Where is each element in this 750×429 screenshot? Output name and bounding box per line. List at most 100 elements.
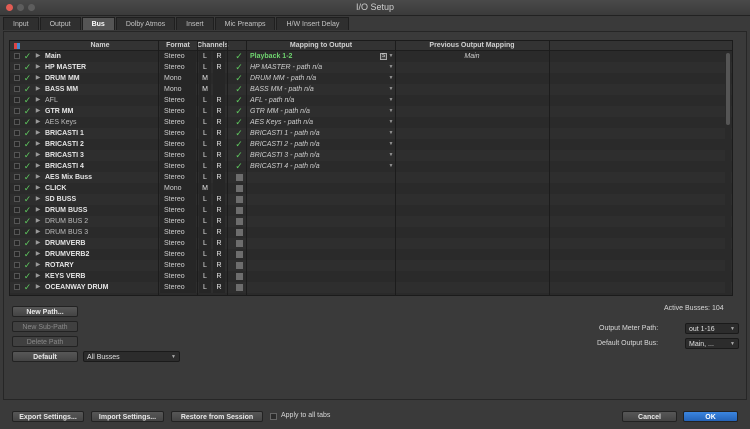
active-check-icon[interactable]: ✓ (23, 194, 32, 205)
import-settings-button[interactable]: Import Settings... (91, 411, 164, 422)
expand-triangle-icon[interactable]: ▶ (34, 282, 42, 293)
bus-name[interactable]: ROTARY (45, 260, 155, 271)
row-select-checkbox[interactable] (14, 86, 20, 92)
active-check-icon[interactable]: ✓ (23, 73, 32, 84)
tab-dolby-atmos[interactable]: Dolby Atmos (115, 17, 176, 30)
chevron-down-icon[interactable]: ▼ (388, 73, 394, 84)
bus-name[interactable]: DRUM BUS 2 (45, 216, 155, 227)
bus-name[interactable]: HP MASTER (45, 62, 155, 73)
delete-path-button[interactable]: Delete Path (12, 336, 78, 347)
row-select-checkbox[interactable] (14, 97, 20, 103)
active-check-icon[interactable]: ✓ (23, 216, 32, 227)
output-mapping[interactable]: AFL - path n/a (248, 95, 394, 106)
mapping-toggle-box[interactable] (236, 251, 243, 258)
restore-from-session-button[interactable]: Restore from Session (171, 411, 263, 422)
bus-name[interactable]: BRICASTI 2 (45, 139, 155, 150)
output-mapping[interactable]: BRICASTI 3 - path n/a (248, 150, 394, 161)
output-mapping[interactable]: BRICASTI 4 - path n/a (248, 161, 394, 172)
bus-row[interactable]: ✓ ▶ DRUMVERB Stereo L R (10, 238, 732, 249)
active-check-icon[interactable]: ✓ (23, 172, 32, 183)
bus-row[interactable]: ✓ ▶ DRUM BUS 3 Stereo L R (10, 227, 732, 238)
mapping-check-icon[interactable]: ✓ (233, 128, 245, 139)
chevron-down-icon[interactable]: ▼ (388, 128, 394, 139)
expand-triangle-icon[interactable]: ▶ (34, 84, 42, 95)
bus-row[interactable]: ✓ ▶ AFL Stereo L R ✓ AFL - path n/a ▼ (10, 95, 732, 106)
output-mapping[interactable]: HP MASTER - path n/a (248, 62, 394, 73)
expand-triangle-icon[interactable]: ▶ (34, 128, 42, 139)
row-select-checkbox[interactable] (14, 229, 20, 235)
mapping-check-icon[interactable]: ✓ (233, 51, 245, 62)
active-check-icon[interactable]: ✓ (23, 62, 32, 73)
expand-triangle-icon[interactable]: ▶ (34, 194, 42, 205)
bus-row[interactable]: ✓ ▶ CLICK Mono M (10, 183, 732, 194)
chevron-down-icon[interactable]: ▼ (388, 161, 394, 172)
bus-name[interactable]: DRUM BUS 3 (45, 227, 155, 238)
bus-name[interactable]: AES Keys (45, 117, 155, 128)
output-mapping[interactable]: BRICASTI 1 - path n/a (248, 128, 394, 139)
active-check-icon[interactable]: ✓ (23, 260, 32, 271)
expand-triangle-icon[interactable]: ▶ (34, 238, 42, 249)
bus-row[interactable]: ✓ ▶ BRICASTI 3 Stereo L R ✓ BRICASTI 3 - path n… (10, 150, 732, 161)
expand-triangle-icon[interactable]: ▶ (34, 161, 42, 172)
tab-output[interactable]: Output (39, 17, 81, 30)
bus-row[interactable]: ✓ ▶ GTR MM Stereo L R ✓ GTR MM - path n/a ▼ (10, 106, 732, 117)
row-select-checkbox[interactable] (14, 262, 20, 268)
bus-filter-select[interactable]: All Busses ▼ (83, 351, 180, 362)
color-picker-icon[interactable] (14, 43, 20, 49)
row-select-checkbox[interactable] (14, 174, 20, 180)
active-check-icon[interactable]: ✓ (23, 51, 32, 62)
output-mapping[interactable]: GTR MM - path n/a (248, 106, 394, 117)
bus-row[interactable]: ✓ ▶ BRICASTI 2 Stereo L R ✓ BRICASTI 2 - path n… (10, 139, 732, 150)
ok-button[interactable]: OK (683, 411, 738, 422)
bus-row[interactable]: ✓ ▶ KEYS VERB Stereo L R (10, 271, 732, 282)
column-header-name[interactable]: Name (45, 41, 155, 51)
mapping-check-icon[interactable]: ✓ (233, 150, 245, 161)
expand-triangle-icon[interactable]: ▶ (34, 139, 42, 150)
bus-row[interactable]: ✓ ▶ ROTARY Stereo L R (10, 260, 732, 271)
row-select-checkbox[interactable] (14, 119, 20, 125)
expand-triangle-icon[interactable]: ▶ (34, 227, 42, 238)
expand-triangle-icon[interactable]: ▶ (34, 150, 42, 161)
active-check-icon[interactable]: ✓ (23, 249, 32, 260)
mapping-check-icon[interactable]: ✓ (233, 73, 245, 84)
output-mapping[interactable]: Playback 1-2 (248, 51, 394, 62)
active-check-icon[interactable]: ✓ (23, 106, 32, 117)
expand-triangle-icon[interactable]: ▶ (34, 172, 42, 183)
chevron-down-icon[interactable]: ▼ (388, 117, 394, 128)
row-select-checkbox[interactable] (14, 108, 20, 114)
bus-name[interactable]: DRUMVERB2 (45, 249, 155, 260)
bus-name[interactable]: OCEANWAY DRUM (45, 282, 155, 293)
expand-triangle-icon[interactable]: ▶ (34, 117, 42, 128)
output-mapping[interactable]: DRUM MM - path n/a (248, 73, 394, 84)
mapping-toggle-box[interactable] (236, 273, 243, 280)
active-check-icon[interactable]: ✓ (23, 238, 32, 249)
bus-row[interactable]: ✓ ▶ DRUMVERB2 Stereo L R (10, 249, 732, 260)
row-select-checkbox[interactable] (14, 284, 20, 290)
mapping-toggle-box[interactable] (236, 196, 243, 203)
chevron-down-icon[interactable]: ▼ (388, 51, 394, 62)
default-output-bus-select[interactable]: Main, ... ▼ (685, 338, 739, 349)
active-check-icon[interactable]: ✓ (23, 282, 32, 293)
vertical-scrollbar[interactable] (725, 51, 731, 295)
new-sub-path-button[interactable]: New Sub-Path (12, 321, 78, 332)
row-select-checkbox[interactable] (14, 75, 20, 81)
default-button[interactable]: Default (12, 351, 78, 362)
mapping-check-icon[interactable]: ✓ (233, 117, 245, 128)
chevron-down-icon[interactable]: ▼ (388, 62, 394, 73)
row-select-checkbox[interactable] (14, 196, 20, 202)
bus-name[interactable]: AES Mix Buss (45, 172, 155, 183)
expand-triangle-icon[interactable]: ▶ (34, 183, 42, 194)
mapping-check-icon[interactable]: ✓ (233, 161, 245, 172)
row-select-checkbox[interactable] (14, 240, 20, 246)
row-select-checkbox[interactable] (14, 130, 20, 136)
mapping-toggle-box[interactable] (236, 284, 243, 291)
row-select-checkbox[interactable] (14, 251, 20, 257)
bus-name[interactable]: DRUM BUSS (45, 205, 155, 216)
expand-triangle-icon[interactable]: ▶ (34, 106, 42, 117)
bus-name[interactable]: BASS MM (45, 84, 155, 95)
active-check-icon[interactable]: ✓ (23, 84, 32, 95)
bus-name[interactable]: SD BUSS (45, 194, 155, 205)
row-select-checkbox[interactable] (14, 185, 20, 191)
bus-name[interactable]: BRICASTI 3 (45, 150, 155, 161)
tab-bus[interactable]: Bus (81, 17, 115, 30)
